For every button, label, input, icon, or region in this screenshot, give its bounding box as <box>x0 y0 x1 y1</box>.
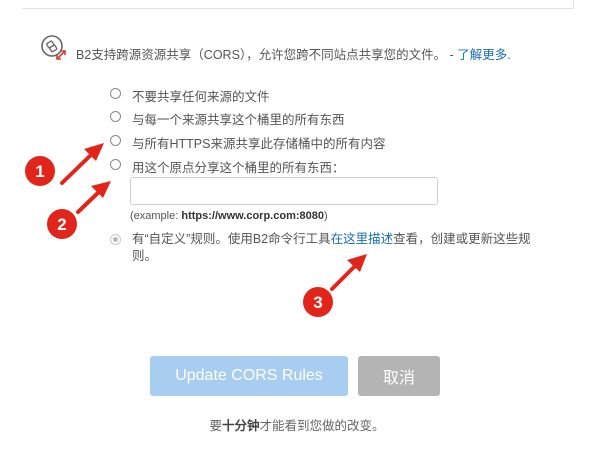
radio-share-one-origin[interactable] <box>110 159 121 170</box>
learn-more-link[interactable]: 了解更多 <box>457 48 507 62</box>
cors-settings-page: B2支持跨源资源共享（CORS），允许您跨不同站点共享您的文件。 - 了解更多.… <box>0 0 594 460</box>
annotation-3-number: 3 <box>313 293 322 312</box>
panel-edge <box>573 0 574 9</box>
option-share-https-label: 与所有HTTPS来源共享此存储桶中的所有内容 <box>132 137 386 151</box>
change-delay-note: 要十分钟才能看到您做的改变。 <box>0 415 594 434</box>
top-divider <box>22 8 574 9</box>
origin-example-prefix: (example: <box>130 210 182 222</box>
origin-example: (example: https://www.corp.com:8080) <box>130 210 328 222</box>
radio-share-none[interactable] <box>110 88 121 99</box>
annotation-1-number: 1 <box>35 162 44 181</box>
radio-share-https[interactable] <box>110 135 121 146</box>
cors-intro-sentence: B2支持跨源资源共享（CORS），允许您跨不同站点共享您的文件。 - <box>76 48 458 62</box>
annotation-1: 1 <box>25 143 104 186</box>
option-share-none-label: 不要共享任何来源的文件 <box>132 90 270 104</box>
option-share-all-origins-label: 与每一个来源共享这个桶里的所有东西 <box>132 113 345 127</box>
change-delay-duration: 十分钟 <box>221 419 260 433</box>
change-delay-prefix: 要 <box>209 419 222 433</box>
annotation-2: 2 <box>47 181 111 239</box>
custom-rules-text-before: 有“自定义”规则。使用B2命令行工具 <box>132 232 331 246</box>
change-delay-suffix: 才能看到您做的改变。 <box>259 419 385 433</box>
option-custom-rules-text: 有“自定义”规则。使用B2命令行工具在这里描述查看，创建或更新这些规则。 <box>132 231 542 265</box>
radio-share-all-origins[interactable] <box>110 111 121 122</box>
annotation-2-number: 2 <box>57 215 66 234</box>
origin-input[interactable] <box>130 177 438 205</box>
cancel-button[interactable]: 取消 <box>358 356 440 396</box>
cors-intro-suffix: . <box>507 48 511 62</box>
option-share-one-origin-label: 用这个原点分享这个桶里的所有东西： <box>132 161 345 175</box>
origin-example-value: https://www.corp.com:8080 <box>181 210 324 222</box>
radio-custom-rules <box>110 234 121 245</box>
cors-intro: B2支持跨源资源共享（CORS），允许您跨不同站点共享您的文件。 - 了解更多. <box>40 34 570 64</box>
b2-share-icon <box>41 35 66 60</box>
cors-intro-text: B2支持跨源资源共享（CORS），允许您跨不同站点共享您的文件。 - 了解更多. <box>76 44 511 63</box>
describe-here-link[interactable]: 在这里描述 <box>331 232 394 246</box>
origin-example-suffix: ) <box>323 210 328 222</box>
update-cors-rules-button[interactable]: Update CORS Rules <box>150 356 348 396</box>
